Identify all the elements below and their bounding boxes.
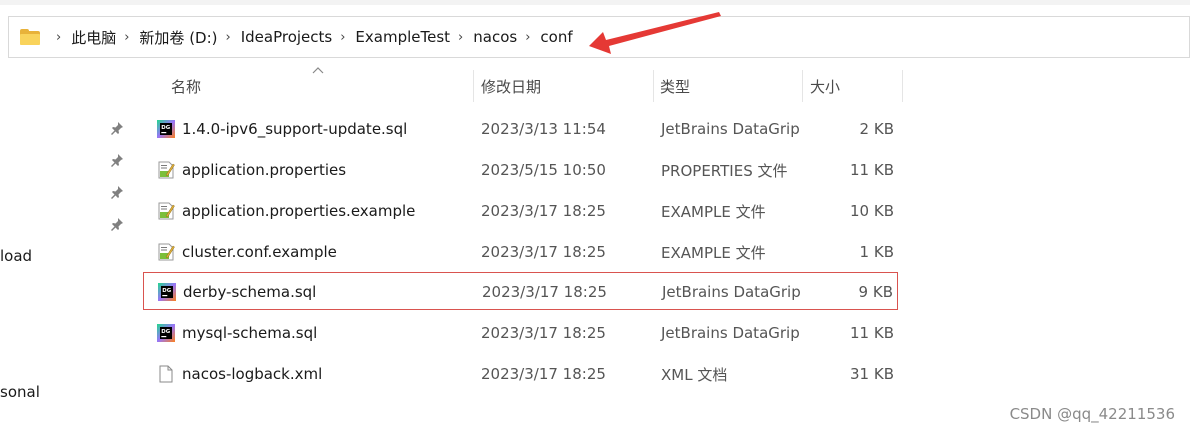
properties-file-icon [157, 243, 175, 261]
column-divider[interactable] [902, 70, 903, 102]
file-row[interactable]: application.properties.example 2023/3/17 … [143, 192, 898, 230]
breadcrumb-separator[interactable]: › [124, 30, 129, 45]
pin-icon[interactable] [110, 185, 124, 199]
file-size: 31 KB [850, 365, 894, 383]
file-type: EXAMPLE 文件 [661, 202, 766, 221]
file-size: 9 KB [858, 283, 893, 301]
datagrip-icon: DG [157, 324, 175, 342]
folder-icon [20, 29, 42, 45]
file-date: 2023/3/17 18:25 [482, 283, 607, 301]
file-name: nacos-logback.xml [182, 365, 323, 383]
column-header-size-label: 大小 [810, 77, 841, 96]
datagrip-icon: DG [158, 283, 176, 301]
file-name: 1.4.0-ipv6_support-update.sql [182, 120, 408, 138]
file-row[interactable]: DG derby-schema.sql 2023/3/17 18:25 JetBrai… [143, 272, 898, 310]
file-size: 11 KB [850, 324, 894, 342]
column-header-type-label: 类型 [660, 77, 691, 96]
file-type: JetBrains DataGrip [661, 120, 800, 138]
file-date: 2023/5/15 10:50 [481, 161, 606, 179]
nav-item-personal[interactable]: sonal [0, 383, 40, 401]
column-divider[interactable] [653, 70, 654, 102]
column-header-name[interactable]: 名称 [171, 70, 471, 102]
breadcrumb-this-pc[interactable]: 此电脑 [71, 27, 116, 48]
breadcrumb-conf[interactable]: conf [540, 28, 572, 46]
column-divider[interactable] [802, 70, 803, 102]
file-row[interactable]: DG mysql-schema.sql 2023/3/17 18:25 JetBrai… [143, 314, 898, 352]
column-header-date-label: 修改日期 [481, 77, 542, 96]
file-type: EXAMPLE 文件 [661, 243, 766, 262]
svg-text:DG: DG [162, 288, 171, 294]
file-date: 2023/3/17 18:25 [481, 243, 606, 261]
properties-file-icon [157, 161, 175, 179]
breadcrumb-exampletest[interactable]: ExampleTest [355, 28, 450, 46]
annotation-arrow [589, 12, 721, 54]
breadcrumb-separator[interactable]: › [226, 30, 231, 45]
file-row[interactable]: nacos-logback.xml 2023/3/17 18:25 XML 文档 31… [143, 355, 898, 393]
svg-text:DG: DG [161, 125, 170, 131]
file-row[interactable]: DG 1.4.0-ipv6_support-update.sql 2023/3/13… [143, 110, 898, 148]
svg-text:DG: DG [161, 329, 170, 335]
file-type: PROPERTIES 文件 [661, 161, 788, 180]
breadcrumb-nacos[interactable]: nacos [473, 28, 517, 46]
file-size: 11 KB [850, 161, 894, 179]
file-name: application.properties [182, 161, 347, 179]
column-header-size[interactable]: 大小 [810, 70, 900, 102]
pin-icon[interactable] [110, 121, 124, 135]
file-date: 2023/3/17 18:25 [481, 365, 606, 383]
file-date: 2023/3/13 11:54 [481, 120, 606, 138]
breadcrumb-separator: › [56, 29, 62, 45]
file-date: 2023/3/17 18:25 [481, 324, 606, 342]
breadcrumb-drive-d[interactable]: 新加卷 (D:) [139, 27, 217, 48]
file-row[interactable]: cluster.conf.example 2023/3/17 18:25 EXAMP… [143, 233, 898, 271]
breadcrumb-separator[interactable]: › [340, 30, 345, 45]
column-header-date[interactable]: 修改日期 [481, 70, 651, 102]
properties-file-icon [157, 202, 175, 220]
file-type: XML 文档 [661, 365, 728, 384]
column-divider[interactable] [473, 70, 474, 102]
breadcrumb-ideaprojects[interactable]: IdeaProjects [241, 28, 333, 46]
file-name: derby-schema.sql [183, 283, 317, 301]
file-size: 1 KB [859, 243, 894, 261]
file-size: 2 KB [859, 120, 894, 138]
file-date: 2023/3/17 18:25 [481, 202, 606, 220]
file-type: JetBrains DataGrip [662, 283, 801, 301]
window-top-strip [0, 0, 1190, 5]
file-name: application.properties.example [182, 202, 416, 220]
datagrip-icon: DG [157, 120, 175, 138]
breadcrumb-separator[interactable]: › [458, 30, 463, 45]
file-type: JetBrains DataGrip [661, 324, 800, 342]
blank-file-icon [157, 365, 175, 383]
file-row[interactable]: application.properties 2023/5/15 10:50 PRO… [143, 151, 898, 189]
pin-icon[interactable] [110, 153, 124, 167]
column-header-type[interactable]: 类型 [660, 70, 800, 102]
file-name: cluster.conf.example [182, 243, 337, 261]
breadcrumb-separator[interactable]: › [525, 30, 530, 45]
column-header-name-label: 名称 [171, 77, 202, 96]
file-size: 10 KB [850, 202, 894, 220]
watermark: CSDN @qq_42211536 [1009, 405, 1175, 423]
pin-icon[interactable] [110, 217, 124, 231]
file-name: mysql-schema.sql [182, 324, 318, 342]
nav-item-download[interactable]: load [0, 247, 32, 265]
